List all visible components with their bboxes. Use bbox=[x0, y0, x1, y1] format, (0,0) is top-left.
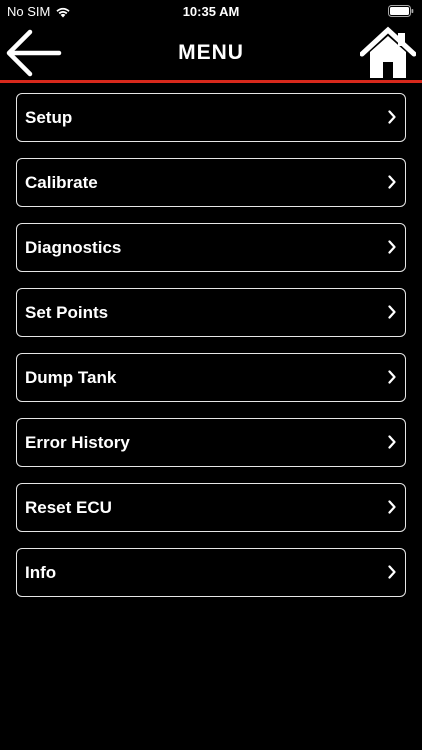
status-time: 10:35 AM bbox=[182, 4, 240, 19]
menu-item-label: Calibrate bbox=[25, 172, 98, 192]
menu-item-calibrate[interactable]: Calibrate bbox=[16, 158, 406, 207]
chevron-right-icon bbox=[388, 240, 396, 254]
menu-item-dump-tank[interactable]: Dump Tank bbox=[16, 353, 406, 402]
chevron-right-icon bbox=[388, 175, 396, 189]
menu-item-label: Setup bbox=[25, 107, 73, 127]
chevron-right-icon bbox=[388, 305, 396, 319]
menu-list: Setup Calibrate Diagnostics Set Points D… bbox=[16, 93, 406, 613]
menu-item-label: Error History bbox=[25, 432, 130, 452]
menu-item-info[interactable]: Info bbox=[16, 548, 406, 597]
page-title: MENU bbox=[178, 41, 244, 64]
menu-item-diagnostics[interactable]: Diagnostics bbox=[16, 223, 406, 272]
nav-header: MENU bbox=[0, 24, 422, 80]
menu-item-set-points[interactable]: Set Points bbox=[16, 288, 406, 337]
menu-item-label: Reset ECU bbox=[25, 497, 112, 517]
chevron-right-icon bbox=[388, 110, 396, 124]
menu-item-setup[interactable]: Setup bbox=[16, 93, 406, 142]
chevron-right-icon bbox=[388, 565, 396, 579]
chevron-right-icon bbox=[388, 370, 396, 384]
header-divider bbox=[0, 80, 422, 83]
home-icon bbox=[359, 26, 417, 78]
menu-item-error-history[interactable]: Error History bbox=[16, 418, 406, 467]
chevron-right-icon bbox=[388, 435, 396, 449]
status-bar: No SIM 10:35 AM bbox=[0, 0, 422, 24]
menu-item-label: Diagnostics bbox=[25, 237, 122, 257]
menu-item-label: Dump Tank bbox=[25, 367, 117, 387]
menu-item-label: Set Points bbox=[25, 302, 109, 322]
chevron-right-icon bbox=[388, 500, 396, 514]
home-button[interactable] bbox=[359, 26, 417, 80]
menu-item-label: Info bbox=[25, 562, 57, 582]
menu-item-reset-ecu[interactable]: Reset ECU bbox=[16, 483, 406, 532]
battery-icon bbox=[388, 5, 414, 17]
